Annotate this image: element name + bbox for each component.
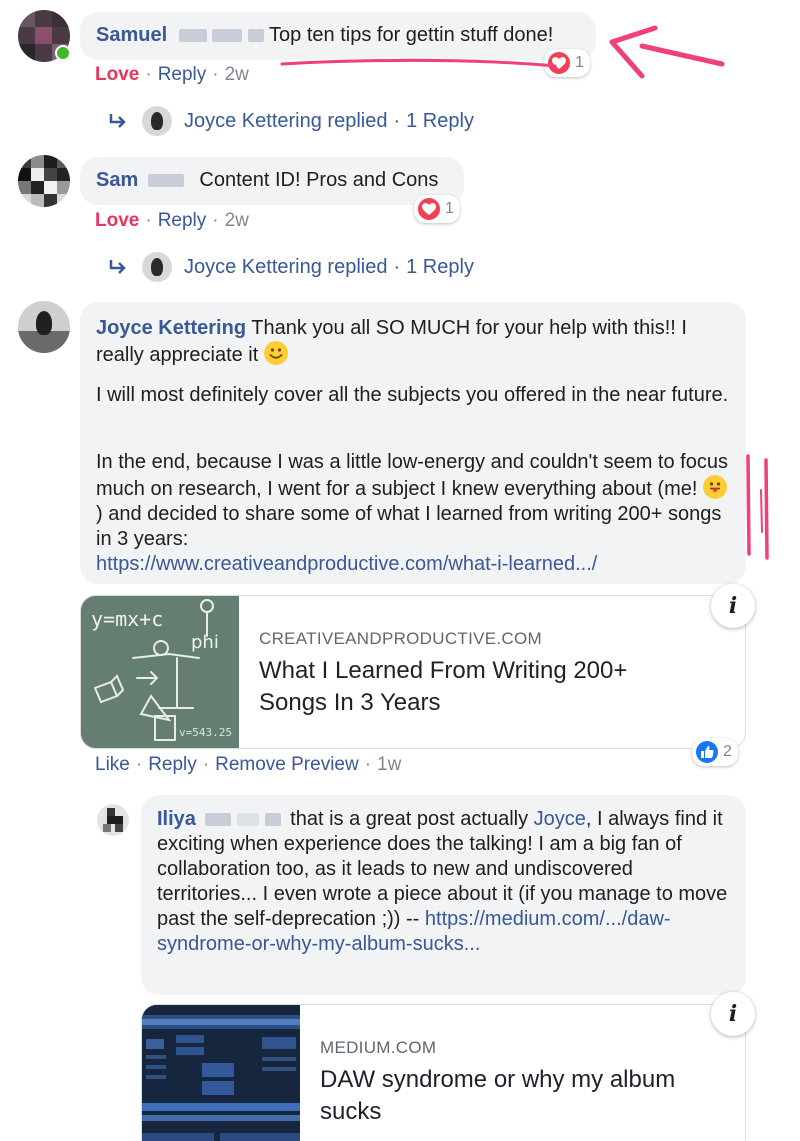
reaction-number: 2 [723,743,732,760]
preview-domain: CREATIVEANDPRODUCTIVE.COM [259,629,542,648]
replies-link[interactable]: Joyce Kettering replied · 1 Reply [108,252,474,282]
comment-actions: Love · Reply · 2w [95,210,249,231]
chalk-equation: y=mx+c [91,607,163,631]
comment-paragraph: In the end, because I was a little low-e… [96,451,728,500]
info-icon[interactable]: i [711,584,755,628]
replied-name: Joyce Kettering replied [184,109,388,132]
redacted-name [205,813,232,827]
love-link[interactable]: Love [95,64,139,85]
info-icon[interactable]: i [711,992,755,1036]
replied-name: Joyce Kettering replied [184,255,388,278]
remove-preview-link[interactable]: Remove Preview [215,754,359,775]
reply-link[interactable]: Reply [158,64,207,85]
reply-arrow-icon [109,260,126,274]
avatar-joyce-small [142,106,172,136]
comment-text: that is a great post actually [290,808,529,830]
reply-count: 1 Reply [406,109,474,132]
annotation-marks [746,454,769,560]
comment-text: Content ID! Pros and Cons [199,169,439,191]
heart-icon [418,198,440,220]
reaction-count[interactable]: 2 [692,738,738,766]
comment-author[interactable]: Samuel [96,24,167,46]
avatar-iliya[interactable] [97,804,129,836]
avatar-sam[interactable] [18,155,70,207]
redacted-name [237,813,260,827]
reply-arrow-icon [109,114,126,128]
preview-title[interactable]: What I Learned From Writing 200+ Songs I… [259,655,699,719]
love-link[interactable]: Love [95,210,139,231]
replies-link[interactable]: Joyce Kettering replied · 1 Reply [108,106,474,136]
comment-bubble-iliya: Iliya that is a great post actually Joyc… [141,795,746,995]
timestamp[interactable]: 2w [225,64,249,85]
avatar-joyce-small [142,252,172,282]
article-link[interactable]: https://www.creativeandproductive.com/wh… [96,552,736,577]
reply-link[interactable]: Reply [148,754,197,775]
preview-image-chalkboard: y=mx+c phi v=543.25 [81,596,239,748]
chalk-phi: phi [191,632,219,653]
tongue-emoji-icon [702,475,727,499]
redacted-name [264,813,281,827]
comment-actions: Love · Reply · 2w [95,64,249,85]
comment-actions: Like · Reply · Remove Preview · 1w [95,754,402,775]
like-icon [696,741,718,763]
redacted-name [212,29,243,43]
redacted-name [147,174,184,188]
chalk-value: v=543.25 [179,726,232,739]
redacted-name [178,29,207,43]
redacted-name [247,29,264,43]
comment-author[interactable]: Joyce Kettering [96,317,246,339]
link-preview-card[interactable]: y=mx+c phi v=543.25 CREATIVEANDPRODUCTIV… [80,595,746,749]
preview-title[interactable]: DAW syndrome or why my album sucks [320,1064,730,1128]
comment-bubble-sam: Sam Content ID! Pros and Cons [80,157,464,205]
online-status-dot [55,45,71,61]
reply-link[interactable]: Reply [158,210,207,231]
reply-count: 1 Reply [406,255,474,278]
link-preview-card[interactable]: MEDIUM.COM DAW syndrome or why my album … [141,1004,746,1141]
annotation-arrow [280,25,725,79]
like-link[interactable]: Like [95,754,130,775]
comment-author[interactable]: Sam [96,169,138,191]
comment-paragraph: I will most definitely cover all the sub… [96,384,729,406]
comment-paragraph: ) and decided to share some of what I le… [96,503,722,550]
smile-emoji-icon [263,341,288,365]
timestamp[interactable]: 1w [377,754,401,775]
preview-domain: MEDIUM.COM [320,1038,437,1057]
preview-image-daw [142,1005,300,1141]
mention-joyce[interactable]: Joyce [534,808,586,830]
timestamp[interactable]: 2w [225,210,249,231]
reaction-count[interactable]: 1 [414,195,460,223]
avatar-joyce[interactable] [18,301,70,353]
reaction-number: 1 [445,200,454,217]
comment-author[interactable]: Iliya [157,808,196,830]
comment-bubble-joyce: Joyce Kettering Thank you all SO MUCH fo… [80,302,746,584]
